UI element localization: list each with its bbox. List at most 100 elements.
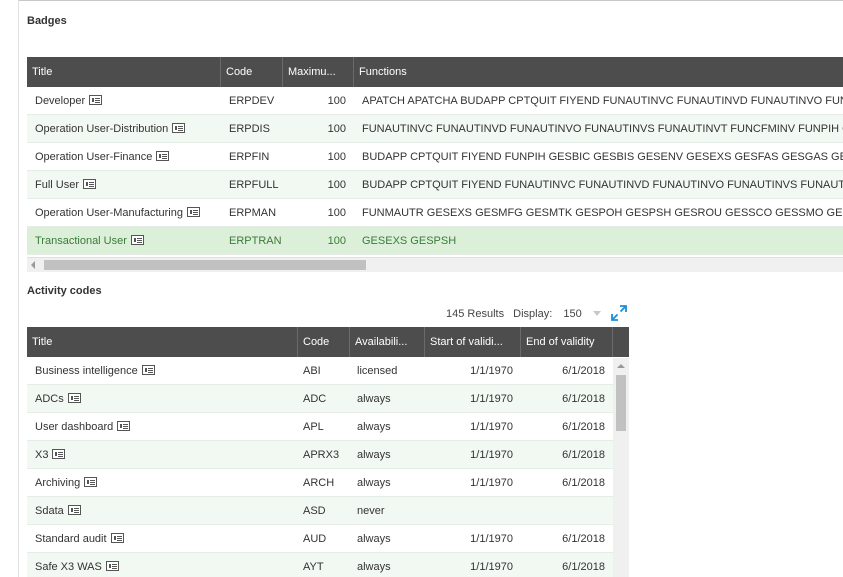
column-header-functions[interactable]: Functions (354, 57, 843, 87)
row-title-cell[interactable]: X3 (27, 441, 298, 468)
row-title-cell[interactable]: Full User (27, 171, 221, 198)
row-start-of-validity: 1/1/1970 (470, 533, 513, 545)
card-icon[interactable] (89, 95, 103, 105)
row-title-cell[interactable]: Standard audit (27, 525, 298, 552)
scrollbar-thumb[interactable] (44, 260, 366, 270)
row-availability: always (357, 421, 391, 433)
column-header-start-of-validity[interactable]: Start of validi... (425, 327, 521, 357)
table-row[interactable]: Operation User-Distribution ERPDIS 100 FUNA… (27, 115, 843, 143)
column-header-code[interactable]: Code (298, 327, 350, 357)
table-row[interactable]: Transactional User ERPTRAN 100 GESEXS GESPS… (27, 227, 843, 255)
card-icon[interactable] (117, 421, 131, 431)
results-count: 145 Results (446, 308, 505, 320)
card-icon[interactable] (67, 505, 81, 515)
row-title-cell[interactable]: Sdata (27, 497, 298, 524)
row-title-cell[interactable]: Business intelligence (27, 357, 298, 384)
display-label: Display: (513, 308, 553, 320)
table-row[interactable]: User dashboard APL always 1/1/1970 6/1/2018 (27, 413, 629, 441)
scroll-up-arrow-icon[interactable] (617, 364, 625, 368)
display-select-value[interactable]: 150 (563, 308, 581, 320)
card-icon[interactable] (84, 477, 98, 487)
column-header-end-of-validity[interactable]: End of validity (521, 327, 613, 357)
table-row[interactable]: Safe X3 WAS AYT always 1/1/1970 6/1/2018 (27, 553, 629, 577)
row-maximum: 100 (327, 207, 346, 219)
table-row[interactable]: Full User ERPFULL 100 BUDAPP CPTQUIT FIYEND… (27, 171, 843, 199)
card-icon[interactable] (83, 179, 97, 189)
row-maximum: 100 (327, 95, 346, 107)
row-start-of-validity: 1/1/1970 (470, 449, 513, 461)
row-title[interactable]: X3 (35, 449, 48, 461)
row-end-of-validity: 6/1/2018 (562, 365, 605, 377)
row-title-cell[interactable]: User dashboard (27, 413, 298, 440)
table-row[interactable]: Sdata ASD never (27, 497, 629, 525)
top-divider (18, 0, 843, 1)
column-header-title[interactable]: Title (27, 327, 298, 357)
activity-vertical-scrollbar[interactable] (613, 358, 629, 577)
row-title-cell[interactable]: Transactional User (27, 227, 221, 254)
row-title[interactable]: Business intelligence (35, 365, 138, 377)
card-icon[interactable] (141, 365, 155, 375)
row-title[interactable]: Operation User-Distribution (35, 123, 168, 135)
row-start-of-validity: 1/1/1970 (470, 421, 513, 433)
card-icon[interactable] (130, 235, 144, 245)
row-title-cell[interactable]: Safe X3 WAS (27, 553, 298, 577)
row-code: AYT (303, 561, 324, 573)
activity-codes-table: Title Code Availabili... Start of validi… (27, 327, 629, 577)
column-header-code[interactable]: Code (221, 57, 283, 87)
row-title[interactable]: Developer (35, 95, 85, 107)
row-title[interactable]: User dashboard (35, 421, 113, 433)
row-start-of-validity (425, 497, 521, 524)
row-title[interactable]: Sdata (35, 505, 64, 517)
card-icon[interactable] (52, 449, 66, 459)
table-row[interactable]: Operation User-Finance ERPFIN 100 BUDAPP CP… (27, 143, 843, 171)
card-icon[interactable] (156, 151, 170, 161)
scrollbar-thumb[interactable] (616, 375, 626, 431)
row-title[interactable]: Transactional User (35, 235, 127, 247)
row-title-cell[interactable]: Operation User-Manufacturing (27, 199, 221, 226)
row-code: ABI (303, 365, 321, 377)
table-row[interactable]: Business intelligence ABI licensed 1/1/1970… (27, 357, 629, 385)
table-row[interactable]: X3 APRX3 always 1/1/1970 6/1/2018 (27, 441, 629, 469)
card-icon[interactable] (110, 533, 124, 543)
row-functions: BUDAPP CPTQUIT FIYEND FUNAUTINVC FUNAUTI… (362, 179, 843, 191)
row-title[interactable]: Full User (35, 179, 79, 191)
row-title[interactable]: Operation User-Finance (35, 151, 152, 163)
row-functions: APATCH APATCHA BUDAPP CPTQUIT FIYEND FUN… (362, 95, 843, 107)
column-header-maximum[interactable]: Maximu... (283, 57, 354, 87)
card-icon[interactable] (186, 207, 200, 217)
row-title-cell[interactable]: ADCs (27, 385, 298, 412)
table-row[interactable]: Operation User-Manufacturing ERPMAN 100 FUN… (27, 199, 843, 227)
activity-table-header: Title Code Availabili... Start of validi… (27, 327, 629, 357)
expand-icon[interactable] (611, 305, 627, 321)
table-row[interactable]: Developer ERPDEV 100 APATCH APATCHA BUDAPP … (27, 87, 843, 115)
row-maximum: 100 (327, 151, 346, 163)
card-icon[interactable] (67, 393, 81, 403)
row-availability: always (357, 561, 391, 573)
row-title-cell[interactable]: Developer (27, 87, 221, 114)
card-icon[interactable] (172, 123, 186, 133)
column-header-availability[interactable]: Availabili... (350, 327, 425, 357)
row-functions: FUNAUTINVC FUNAUTINVD FUNAUTINVO FUNAUTI… (362, 123, 843, 135)
card-icon[interactable] (105, 561, 119, 571)
row-title-cell[interactable]: Operation User-Finance (27, 143, 221, 170)
table-row[interactable]: Standard audit AUD always 1/1/1970 6/1/2018 (27, 525, 629, 553)
row-title-cell[interactable]: Operation User-Distribution (27, 115, 221, 142)
table-row[interactable]: Archiving ARCH always 1/1/1970 6/1/2018 (27, 469, 629, 497)
badges-horizontal-scrollbar[interactable] (27, 257, 843, 272)
row-title-cell[interactable]: Archiving (27, 469, 298, 496)
table-row[interactable]: ADCs ADC always 1/1/1970 6/1/2018 (27, 385, 629, 413)
row-functions: FUNMAUTR GESEXS GESMFG GESMTK GESPOH GES… (362, 207, 843, 219)
row-title[interactable]: ADCs (35, 393, 64, 405)
row-availability: always (357, 449, 391, 461)
badges-table-body: Developer ERPDEV 100 APATCH APATCHA BUDAPP … (27, 87, 843, 255)
row-end-of-validity: 6/1/2018 (562, 421, 605, 433)
column-header-title[interactable]: Title (27, 57, 221, 87)
header-spacer (613, 327, 629, 357)
row-title[interactable]: Safe X3 WAS (35, 561, 102, 573)
row-title[interactable]: Standard audit (35, 533, 107, 545)
scroll-left-arrow-icon[interactable] (31, 261, 35, 269)
row-availability: licensed (357, 365, 398, 377)
chevron-down-icon[interactable] (592, 311, 601, 316)
row-title[interactable]: Operation User-Manufacturing (35, 207, 183, 219)
row-title[interactable]: Archiving (35, 477, 80, 489)
